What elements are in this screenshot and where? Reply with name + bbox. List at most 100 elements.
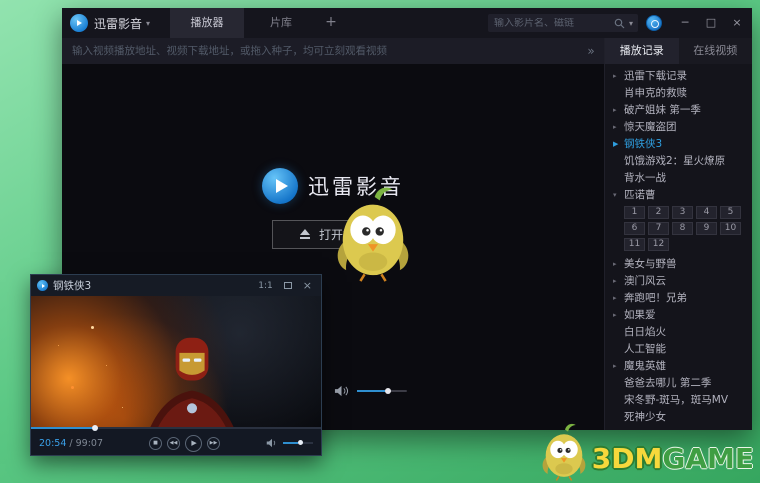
- list-item-label: 破产姐妹 第一季: [624, 102, 701, 117]
- mini-volume-slider[interactable]: [283, 442, 313, 444]
- list-item-label: 美女与野兽: [624, 256, 677, 271]
- search-icon[interactable]: [614, 18, 625, 29]
- chevron-right-icon: ▸: [613, 362, 624, 370]
- play-glyph-icon: [77, 20, 82, 26]
- list-item-expanded[interactable]: ▾匹诺曹: [605, 186, 752, 203]
- chevron-right-icon: ▸: [613, 106, 624, 114]
- list-item-label: 迅雷下载记录: [624, 68, 687, 83]
- episode-button[interactable]: 3: [672, 206, 693, 219]
- list-item[interactable]: 宋冬野-斑马，斑马MV: [605, 391, 752, 408]
- tab-library[interactable]: 片库: [244, 8, 318, 38]
- episode-button[interactable]: 7: [648, 222, 669, 235]
- mini-close-button[interactable]: ×: [300, 279, 315, 292]
- now-playing-icon: ▶: [613, 140, 624, 148]
- app-menu-button[interactable]: 迅雷影音 ▾: [94, 15, 150, 32]
- eject-icon: [299, 229, 311, 240]
- episode-button[interactable]: 2: [648, 206, 669, 219]
- list-item[interactable]: 背水一战: [605, 169, 752, 186]
- list-item[interactable]: ▸如果爱: [605, 306, 752, 323]
- fullscreen-button[interactable]: [284, 282, 292, 289]
- chevron-down-icon: ▾: [613, 191, 624, 199]
- mini-controls: 20:54 / 99:07 ■ ◀◀ ▶ ▶▶: [31, 429, 321, 455]
- volume-slider[interactable]: [357, 390, 407, 392]
- list-item[interactable]: 人工智能: [605, 340, 752, 357]
- list-item-label: 宋冬野-斑马，斑马MV: [624, 392, 728, 407]
- search-input[interactable]: [488, 18, 614, 29]
- iron-man-figure: [126, 310, 258, 429]
- volume-icon[interactable]: [334, 385, 349, 397]
- list-item-label: 匹诺曹: [624, 187, 656, 202]
- episode-button[interactable]: 9: [696, 222, 717, 235]
- sidebar-tabs: 播放记录 在线视频: [605, 38, 752, 64]
- list-item-label: 人工智能: [624, 341, 666, 356]
- list-item[interactable]: 白日焰火: [605, 323, 752, 340]
- actual-size-button[interactable]: 1:1: [255, 281, 275, 291]
- volume-icon[interactable]: [266, 438, 278, 448]
- list-item[interactable]: ▸奔跑吧！兄弟: [605, 289, 752, 306]
- episode-button[interactable]: 4: [696, 206, 717, 219]
- mini-stop-button[interactable]: ■: [149, 437, 162, 450]
- 3dm-logo-text: 3DMGAME: [592, 445, 754, 481]
- chevron-right-icon: ▸: [613, 260, 624, 268]
- search-caret-icon[interactable]: ▾: [629, 19, 633, 28]
- seek-bar[interactable]: [31, 427, 321, 429]
- chevron-right-icon: ▸: [613, 277, 624, 285]
- mini-player-window: 钢铁侠3 1:1 × 20:54 / 99:07 ■ ◀◀ ▶: [30, 274, 322, 456]
- mini-titlebar: 钢铁侠3 1:1 ×: [31, 275, 321, 296]
- app-logo-icon: [37, 280, 48, 291]
- list-item[interactable]: 饥饿游戏2：星火燎原: [605, 152, 752, 169]
- app-title: 迅雷影音: [94, 15, 142, 32]
- list-item[interactable]: 肖申克的救赎: [605, 84, 752, 101]
- play-glyph-icon: [276, 179, 288, 193]
- tab-play-history[interactable]: 播放记录: [605, 38, 679, 64]
- list-item-label: 奔跑吧！兄弟: [624, 290, 687, 305]
- list-item[interactable]: ▸美女与野兽: [605, 255, 752, 272]
- app-logo-icon: [70, 14, 88, 32]
- 3dm-logo: 3DMGAME: [538, 423, 754, 481]
- episode-button[interactable]: 6: [624, 222, 645, 235]
- video-surface[interactable]: [31, 296, 321, 429]
- titlebar: 迅雷影音 ▾ 播放器 片库 + ▾ ─ □ ×: [62, 8, 752, 38]
- list-item-label: 背水一战: [624, 170, 666, 185]
- forward-button[interactable]: ▶▶: [207, 437, 220, 450]
- episode-button[interactable]: 11: [624, 238, 645, 251]
- chevron-right-icon: ▸: [613, 72, 624, 80]
- episode-button[interactable]: 10: [720, 222, 741, 235]
- account-icon[interactable]: [646, 15, 662, 31]
- episode-button[interactable]: 12: [648, 238, 669, 251]
- mini-play-button[interactable]: ▶: [185, 435, 202, 452]
- maximize-button[interactable]: □: [698, 8, 724, 38]
- history-list: ▸迅雷下载记录 肖申克的救赎 ▸破产姐妹 第一季 ▸惊天魔盗团 ▶钢铁侠3 饥饿…: [605, 64, 752, 430]
- close-button[interactable]: ×: [724, 8, 750, 38]
- episode-grid: 1 2 3 4 5 6 7 8 9 10 11 12: [605, 203, 752, 255]
- chevron-right-icon: ▸: [613, 311, 624, 319]
- mini-window-title: 钢铁侠3: [53, 278, 250, 293]
- list-item[interactable]: ▸迅雷下载记录: [605, 67, 752, 84]
- list-item-label: 澳门风云: [624, 273, 666, 288]
- episode-button[interactable]: 1: [624, 206, 645, 219]
- new-tab-button[interactable]: +: [318, 8, 344, 38]
- list-item[interactable]: ▸惊天魔盗团: [605, 118, 752, 135]
- play-glyph-icon: [42, 284, 45, 288]
- brand-logo-icon: [262, 168, 298, 204]
- list-item[interactable]: ▸魔鬼英雄: [605, 357, 752, 374]
- tab-online-video[interactable]: 在线视频: [679, 38, 753, 64]
- episode-button[interactable]: 8: [672, 222, 693, 235]
- tab-player[interactable]: 播放器: [170, 8, 244, 38]
- list-item-label: 肖申克的救赎: [624, 85, 687, 100]
- url-input[interactable]: [62, 45, 578, 57]
- go-button[interactable]: »: [578, 44, 604, 58]
- time-display: 20:54 / 99:07: [39, 438, 103, 449]
- list-item[interactable]: 爸爸去哪儿 第二季: [605, 374, 752, 391]
- list-item[interactable]: ▸澳门风云: [605, 272, 752, 289]
- minimize-button[interactable]: ─: [672, 8, 698, 38]
- list-item[interactable]: ▸破产姐妹 第一季: [605, 101, 752, 118]
- list-item-label: 白日焰火: [624, 324, 666, 339]
- rewind-button[interactable]: ◀◀: [167, 437, 180, 450]
- list-item-label: 死神少女: [624, 409, 666, 424]
- chevron-right-icon: ▸: [613, 294, 624, 302]
- episode-button[interactable]: 5: [720, 206, 741, 219]
- list-item-active[interactable]: ▶钢铁侠3: [605, 135, 752, 152]
- list-item-label: 饥饿游戏2：星火燎原: [624, 153, 725, 168]
- logo-game-text: GAME: [662, 442, 754, 475]
